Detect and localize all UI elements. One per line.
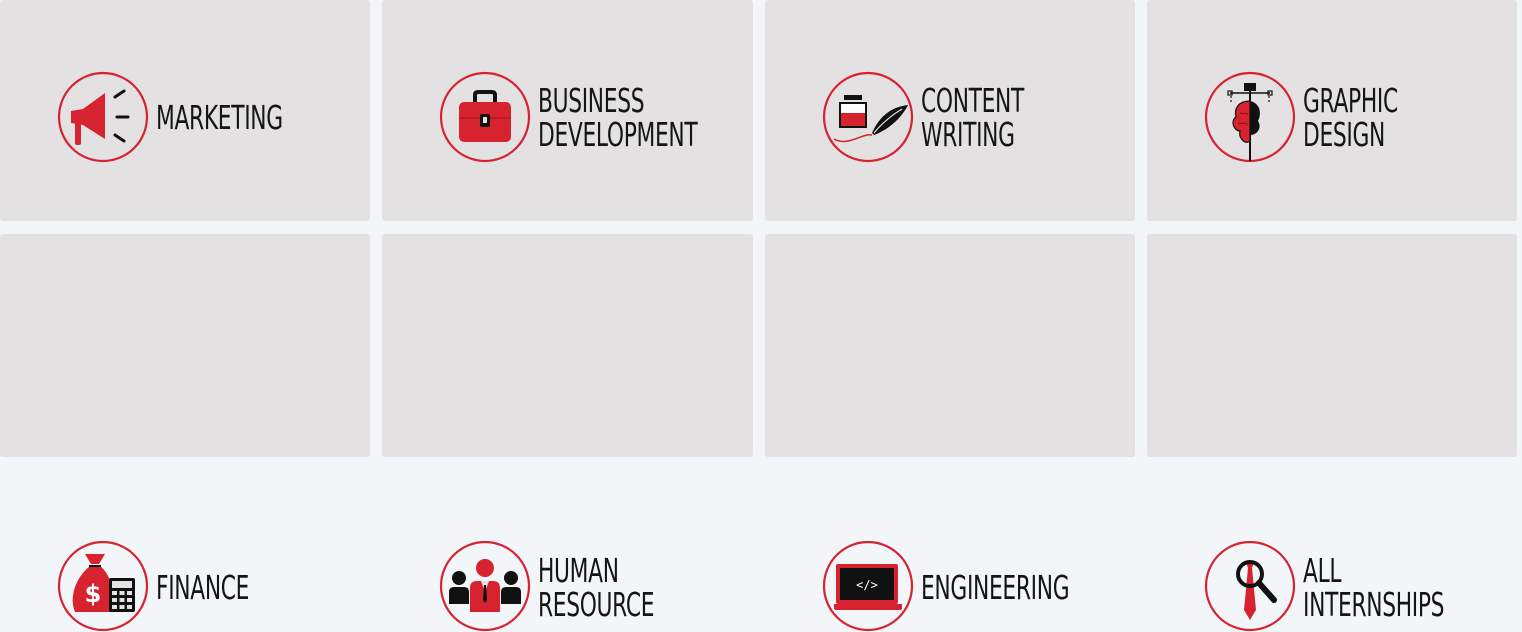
category-label: FINANCE bbox=[156, 571, 297, 605]
magnifier-tie-icon bbox=[1204, 540, 1296, 632]
category-label-line2: DESIGN bbox=[1303, 115, 1385, 154]
category-label-line1: ALL bbox=[1303, 551, 1342, 590]
category-card-content-writing[interactable]: CONTENT WRITING bbox=[765, 0, 1135, 221]
category-label-line1: MARKETING bbox=[156, 98, 283, 137]
category-label-line2: DEVELOPMENT bbox=[538, 115, 698, 154]
category-label: ENGINEERING bbox=[921, 571, 1146, 605]
category-label-line2: INTERNSHIPS bbox=[1303, 585, 1445, 624]
category-label-line1: HUMAN bbox=[538, 551, 619, 590]
ink-quill-icon bbox=[822, 71, 914, 163]
briefcase-icon bbox=[439, 71, 531, 163]
category-label-line1: BUSINESS bbox=[538, 81, 645, 120]
category-label-line1: GRAPHIC bbox=[1303, 81, 1398, 120]
svg-text:$: $ bbox=[85, 580, 102, 608]
category-card-finance[interactable]: $ FINANCE bbox=[0, 234, 370, 632]
category-card-marketing[interactable]: MARKETING bbox=[0, 0, 370, 221]
money-bag-calculator-icon: $ bbox=[57, 540, 149, 632]
category-card-engineering[interactable]: </> ENGINEERING bbox=[765, 234, 1135, 632]
pen-tool-brain-icon bbox=[1204, 71, 1296, 163]
category-label-line2: WRITING bbox=[921, 115, 1015, 154]
category-label: CONTENT WRITING bbox=[921, 84, 1077, 152]
people-group-icon bbox=[439, 540, 531, 632]
category-label: GRAPHIC DESIGN bbox=[1303, 84, 1447, 152]
svg-text:</>: </> bbox=[856, 578, 878, 592]
category-label-line1: CONTENT bbox=[921, 81, 1025, 120]
category-label: BUSINESS DEVELOPMENT bbox=[538, 84, 779, 152]
category-card-business-development[interactable]: BUSINESS DEVELOPMENT bbox=[382, 0, 753, 221]
category-label: ALL INTERNSHIPS bbox=[1303, 554, 1517, 622]
category-label-line1: ENGINEERING bbox=[921, 568, 1070, 607]
internship-category-grid: MARKETING BUSINESS DEVELOPMENT CONTENT W… bbox=[0, 0, 1522, 632]
category-label: MARKETING bbox=[156, 101, 348, 135]
megaphone-icon bbox=[57, 71, 149, 163]
category-label-line1: FINANCE bbox=[156, 568, 250, 607]
laptop-code-icon: </> bbox=[822, 540, 914, 632]
category-card-all-internships[interactable]: ALL INTERNSHIPS bbox=[1147, 234, 1517, 632]
category-label-line2: RESOURCE bbox=[538, 585, 655, 624]
category-label: HUMAN RESOURCE bbox=[538, 554, 714, 622]
category-card-human-resource[interactable]: HUMAN RESOURCE bbox=[382, 234, 753, 632]
category-card-graphic-design[interactable]: GRAPHIC DESIGN bbox=[1147, 0, 1517, 221]
